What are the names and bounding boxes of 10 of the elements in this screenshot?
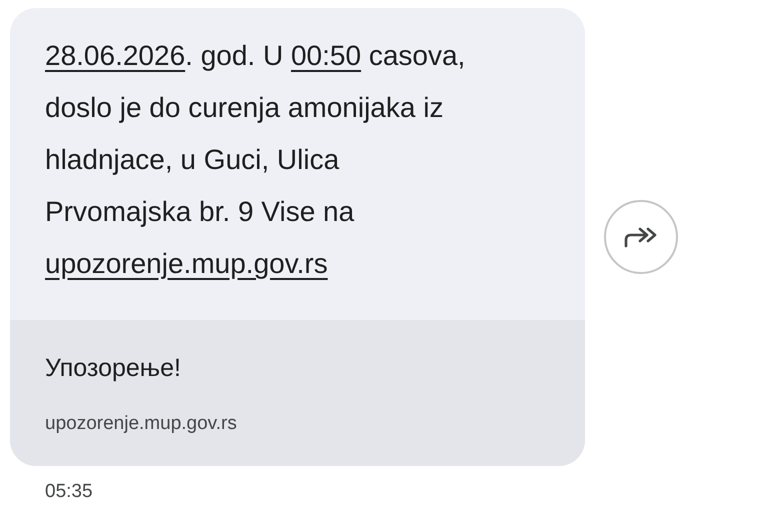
preview-url: upozorenje.mup.gov.rs bbox=[45, 412, 238, 436]
message-link[interactable]: 28.06.2026 bbox=[45, 40, 186, 71]
message-link[interactable]: 00:50 bbox=[290, 40, 362, 71]
forward-icon bbox=[623, 225, 659, 249]
message-text: 28.06.2026. god. U 00:50 casova, doslo je do curenja amonijaka iz hladnjace, u Guci, Ulica Prvomajska br. 9 Vise na upozorenje.mup.gov.rs bbox=[44, 39, 466, 281]
link-preview[interactable]: Упозорење! upozorenje.mup.gov.rs bbox=[10, 320, 585, 466]
preview-title: Упозорење! bbox=[45, 353, 182, 384]
message-time: 05:35 bbox=[45, 480, 93, 504]
forward-button[interactable] bbox=[604, 200, 678, 274]
message-link[interactable]: upozorenje.mup.gov.rs bbox=[45, 248, 328, 279]
